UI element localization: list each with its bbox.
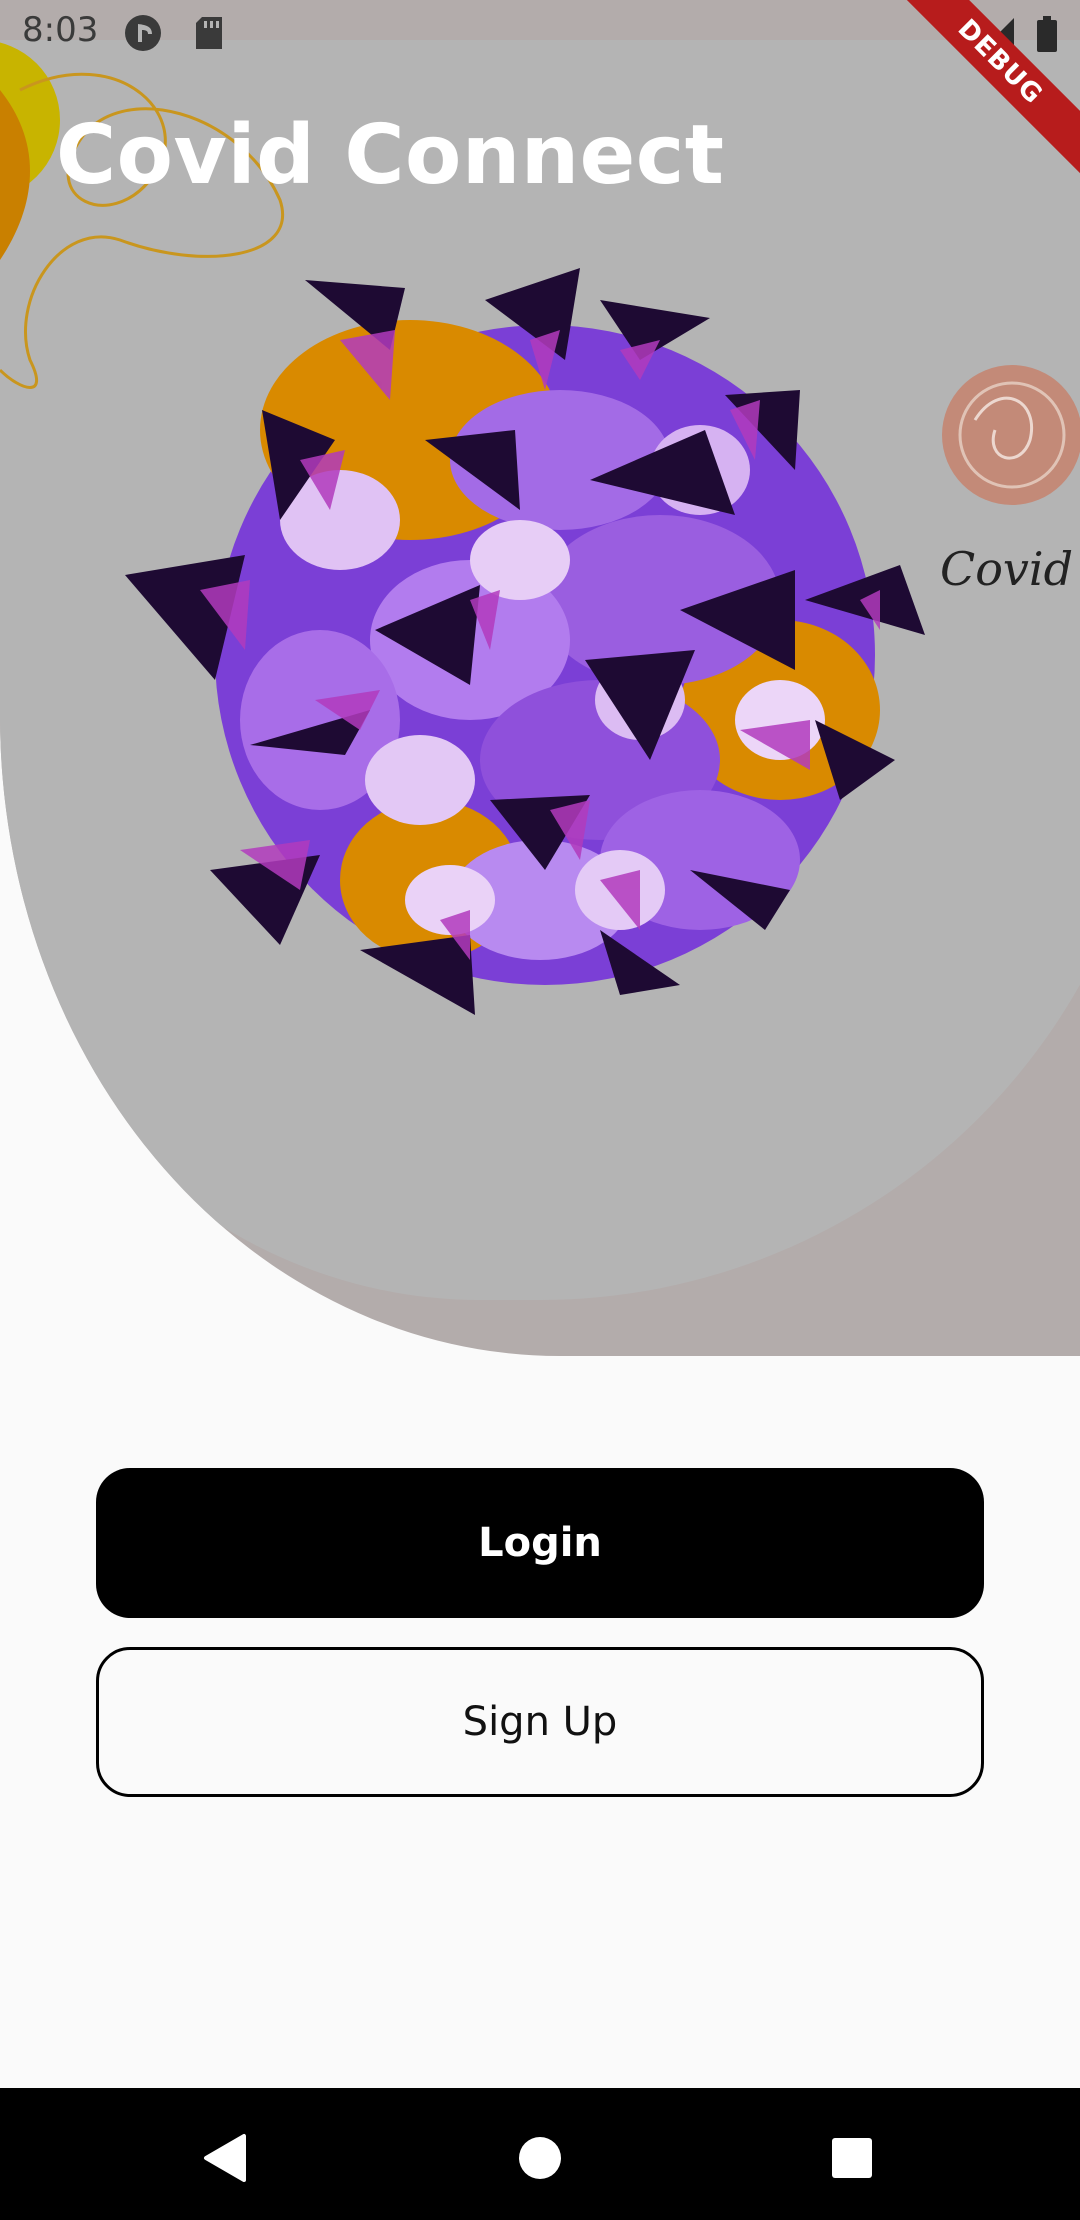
app-notification-icon bbox=[125, 15, 161, 51]
status-time: 8:03 bbox=[22, 10, 99, 50]
signup-button[interactable]: Sign Up bbox=[96, 1647, 984, 1797]
back-icon[interactable] bbox=[196, 2128, 256, 2188]
recents-icon[interactable] bbox=[822, 2128, 882, 2188]
sd-card-icon bbox=[196, 17, 222, 49]
hero-banner: Covid dr bbox=[0, 0, 1080, 1356]
system-navigation-bar bbox=[0, 2088, 1080, 2220]
home-icon[interactable] bbox=[510, 2128, 570, 2188]
app-title: Covid Connect bbox=[56, 108, 725, 203]
coronavirus-illustration-icon: Covid dr bbox=[0, 42, 1080, 1015]
side-logo-text: Covid dr bbox=[940, 542, 1080, 596]
login-button[interactable]: Login bbox=[96, 1468, 984, 1618]
battery-icon bbox=[1037, 16, 1057, 52]
